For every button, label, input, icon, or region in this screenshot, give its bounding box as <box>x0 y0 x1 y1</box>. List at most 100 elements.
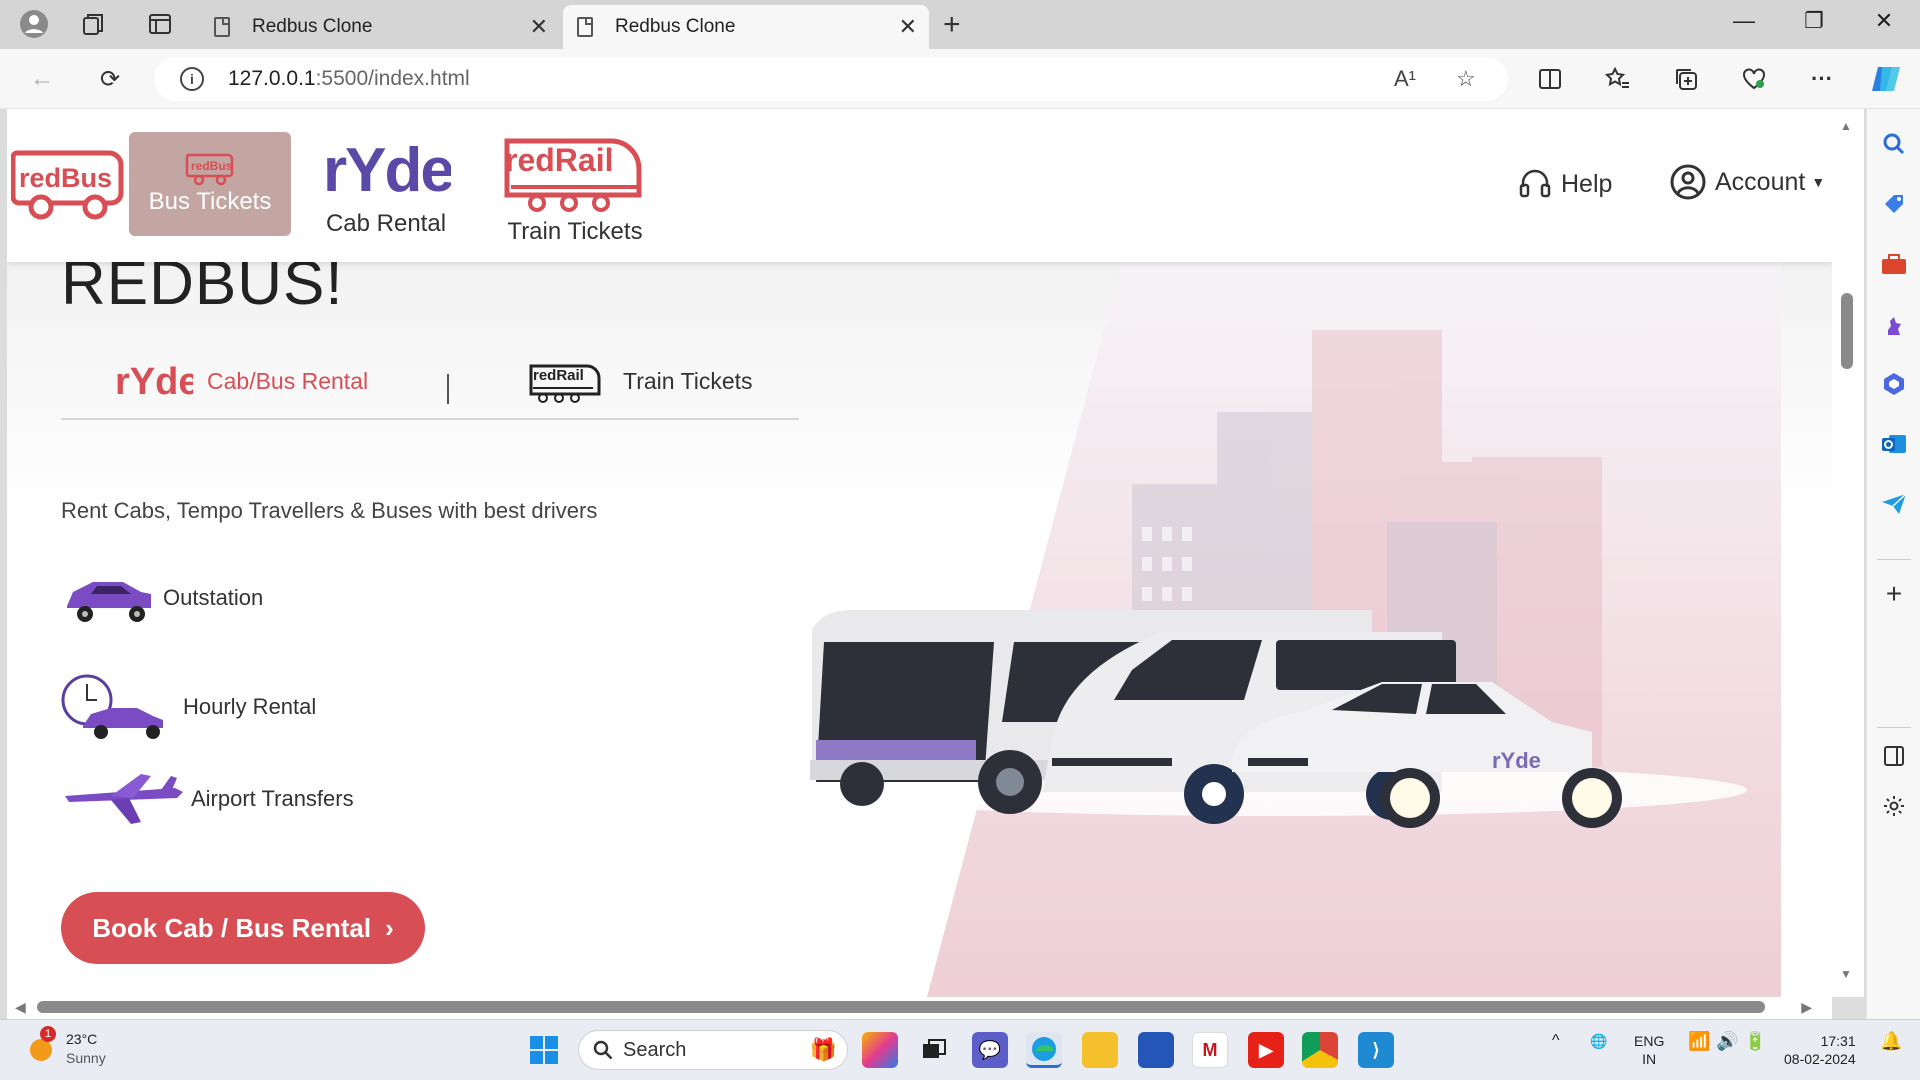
mode-rail-label: Train Tickets <box>623 367 753 394</box>
windows-start-icon[interactable] <box>526 1032 562 1068</box>
chrome-icon[interactable] <box>1302 1032 1338 1068</box>
hide-sidebar-icon[interactable] <box>1879 741 1909 771</box>
tools-briefcase-icon[interactable] <box>1879 249 1909 279</box>
document-icon <box>214 17 230 37</box>
vscode-icon[interactable]: ⟩ <box>1358 1032 1394 1068</box>
back-icon[interactable]: ← <box>24 61 60 97</box>
tab-cab-bus-rental[interactable]: rYde Cab/Bus Rental <box>113 358 368 404</box>
task-view-icon[interactable] <box>916 1032 952 1068</box>
minimize-icon[interactable]: — <box>1724 8 1764 34</box>
feature-label: Hourly Rental <box>183 694 317 719</box>
edge-sidebar: + <box>1866 109 1920 1019</box>
tab-train-tickets[interactable]: redRail Train Tickets <box>527 358 753 404</box>
ryde-logo-icon: rYde <box>323 136 455 205</box>
youtube-icon[interactable]: ▶ <box>1248 1032 1284 1068</box>
svg-text:rYde: rYde <box>115 361 193 403</box>
help-link[interactable]: Help <box>1519 167 1612 201</box>
sidebar-divider <box>1877 727 1911 728</box>
date: 08-02-2024 <box>1784 1051 1856 1067</box>
copilot-icon[interactable] <box>1868 61 1904 97</box>
feature-airport-transfers[interactable]: Airport Transfers <box>61 772 354 826</box>
svg-text:rYde: rYde <box>323 136 451 201</box>
windows-taskbar: 1 23°C Sunny Search 🎁 💬 M ▶ ⟩ ^ 🌐 ENG IN… <box>0 1019 1920 1080</box>
book-cab-bus-rental-button[interactable]: Book Cab / Bus Rental › <box>61 892 425 964</box>
search-icon[interactable] <box>1879 129 1909 159</box>
window-close-icon[interactable]: ✕ <box>1864 8 1904 34</box>
weather-widget[interactable]: 1 23°C Sunny <box>26 1026 106 1068</box>
url-bar[interactable]: i 127.0.0.1:5500/index.html A¹ ☆ <box>154 57 1508 101</box>
feature-label: Airport Transfers <box>191 786 354 811</box>
feature-hourly-rental[interactable]: Hourly Rental <box>61 674 316 740</box>
nav-label: Cab Rental <box>325 210 447 237</box>
language-indicator[interactable]: ENG IN <box>1634 1032 1664 1068</box>
browser-tab-bar: Redbus Clone ✕ Redbus Clone ✕ + — ❐ ✕ <box>0 0 1920 49</box>
show-hidden-icons[interactable]: ^ <box>1552 1032 1560 1050</box>
account-menu[interactable]: Account ▼ <box>1669 163 1825 201</box>
redrail-train-icon: redRail <box>529 364 601 403</box>
close-icon[interactable]: ✕ <box>530 14 548 40</box>
mcafee-icon[interactable]: M <box>1192 1032 1228 1068</box>
tagline: Rent Cabs, Tempo Travellers & Buses with… <box>61 498 598 523</box>
search-label: Search <box>623 1038 687 1061</box>
favorites-icon[interactable] <box>1600 61 1636 97</box>
copilot-taskbar-icon[interactable] <box>862 1032 898 1068</box>
book-button-label: Book Cab / Bus Rental <box>92 912 372 943</box>
restore-icon[interactable]: ❐ <box>1794 8 1834 34</box>
file-explorer-icon[interactable] <box>1082 1032 1118 1068</box>
arrow-right-icon: › <box>385 912 394 943</box>
network-globe-icon[interactable]: 🌐 <box>1590 1032 1607 1050</box>
new-tab-icon[interactable]: + <box>943 8 961 42</box>
headset-icon <box>1519 169 1551 198</box>
shopping-tag-icon[interactable] <box>1879 189 1909 219</box>
microsoft-store-icon[interactable] <box>1138 1032 1174 1068</box>
volume-icon[interactable]: 🔊 <box>1716 1032 1738 1050</box>
nav-cab-rental[interactable]: rYde Cab Rental <box>315 133 457 238</box>
collections-icon[interactable] <box>1668 61 1704 97</box>
more-options-icon[interactable]: ··· <box>1804 61 1840 97</box>
scroll-thumb[interactable] <box>37 1001 1765 1013</box>
add-icon[interactable]: + <box>1879 578 1909 609</box>
browser-essentials-icon[interactable] <box>1736 61 1772 97</box>
send-paper-plane-icon[interactable] <box>1879 489 1909 519</box>
refresh-icon[interactable]: ⟳ <box>92 61 128 97</box>
feature-label: Outstation <box>163 585 264 610</box>
tab-active[interactable]: Redbus Clone ✕ <box>563 5 929 49</box>
split-screen-icon[interactable] <box>1532 61 1568 97</box>
edge-taskbar-icon[interactable] <box>1026 1032 1062 1068</box>
battery-icon[interactable]: 🔋 <box>1744 1032 1766 1050</box>
nav-train-tickets[interactable]: redRail Train Tickets <box>495 131 655 246</box>
taskbar-search[interactable]: Search 🎁 <box>578 1030 848 1070</box>
nav-bus-tickets[interactable]: redBus Bus Tickets <box>129 132 291 236</box>
svg-text:redRail: redRail <box>533 367 584 384</box>
settings-gear-icon[interactable] <box>1879 791 1909 821</box>
close-icon[interactable]: ✕ <box>899 14 917 40</box>
profile-icon[interactable] <box>16 6 52 42</box>
gift-icon: 🎁 <box>809 1037 837 1062</box>
time: 17:31 <box>1820 1033 1856 1049</box>
redbus-logo[interactable]: redBus <box>10 145 125 226</box>
scroll-up-icon[interactable]: ▲ <box>1840 119 1852 133</box>
read-aloud-icon[interactable]: A¹ <box>1394 57 1416 101</box>
info-icon[interactable]: i <box>180 67 204 91</box>
vertical-scrollbar[interactable]: ▲ ▼ <box>1832 109 1864 997</box>
feature-outstation[interactable]: Outstation <box>61 568 263 628</box>
favorite-star-icon[interactable]: ☆ <box>1456 57 1476 101</box>
user-circle-icon <box>1670 164 1706 200</box>
vertical-tabs-icon[interactable] <box>142 6 178 42</box>
clock[interactable]: 17:31 08-02-2024 <box>1784 1032 1856 1068</box>
horizontal-scrollbar[interactable]: ◀ ▶ <box>7 997 1832 1019</box>
games-chess-icon[interactable] <box>1879 309 1909 339</box>
scroll-left-icon[interactable]: ◀ <box>15 999 26 1016</box>
outlook-icon[interactable] <box>1879 429 1909 459</box>
office-icon[interactable] <box>1879 369 1909 399</box>
region-code: IN <box>1642 1051 1657 1067</box>
scroll-right-icon[interactable]: ▶ <box>1801 999 1812 1016</box>
workspaces-icon[interactable] <box>76 6 112 42</box>
scroll-down-icon[interactable]: ▼ <box>1840 967 1852 981</box>
scroll-thumb[interactable] <box>1841 293 1853 369</box>
tab-inactive[interactable]: Redbus Clone ✕ <box>200 5 560 49</box>
teams-chat-icon[interactable]: 💬 <box>972 1032 1008 1068</box>
wifi-icon[interactable]: 📶 <box>1688 1032 1710 1050</box>
account-label: Account <box>1715 167 1806 196</box>
notifications-bell-icon[interactable]: 🔔 <box>1880 1032 1902 1050</box>
